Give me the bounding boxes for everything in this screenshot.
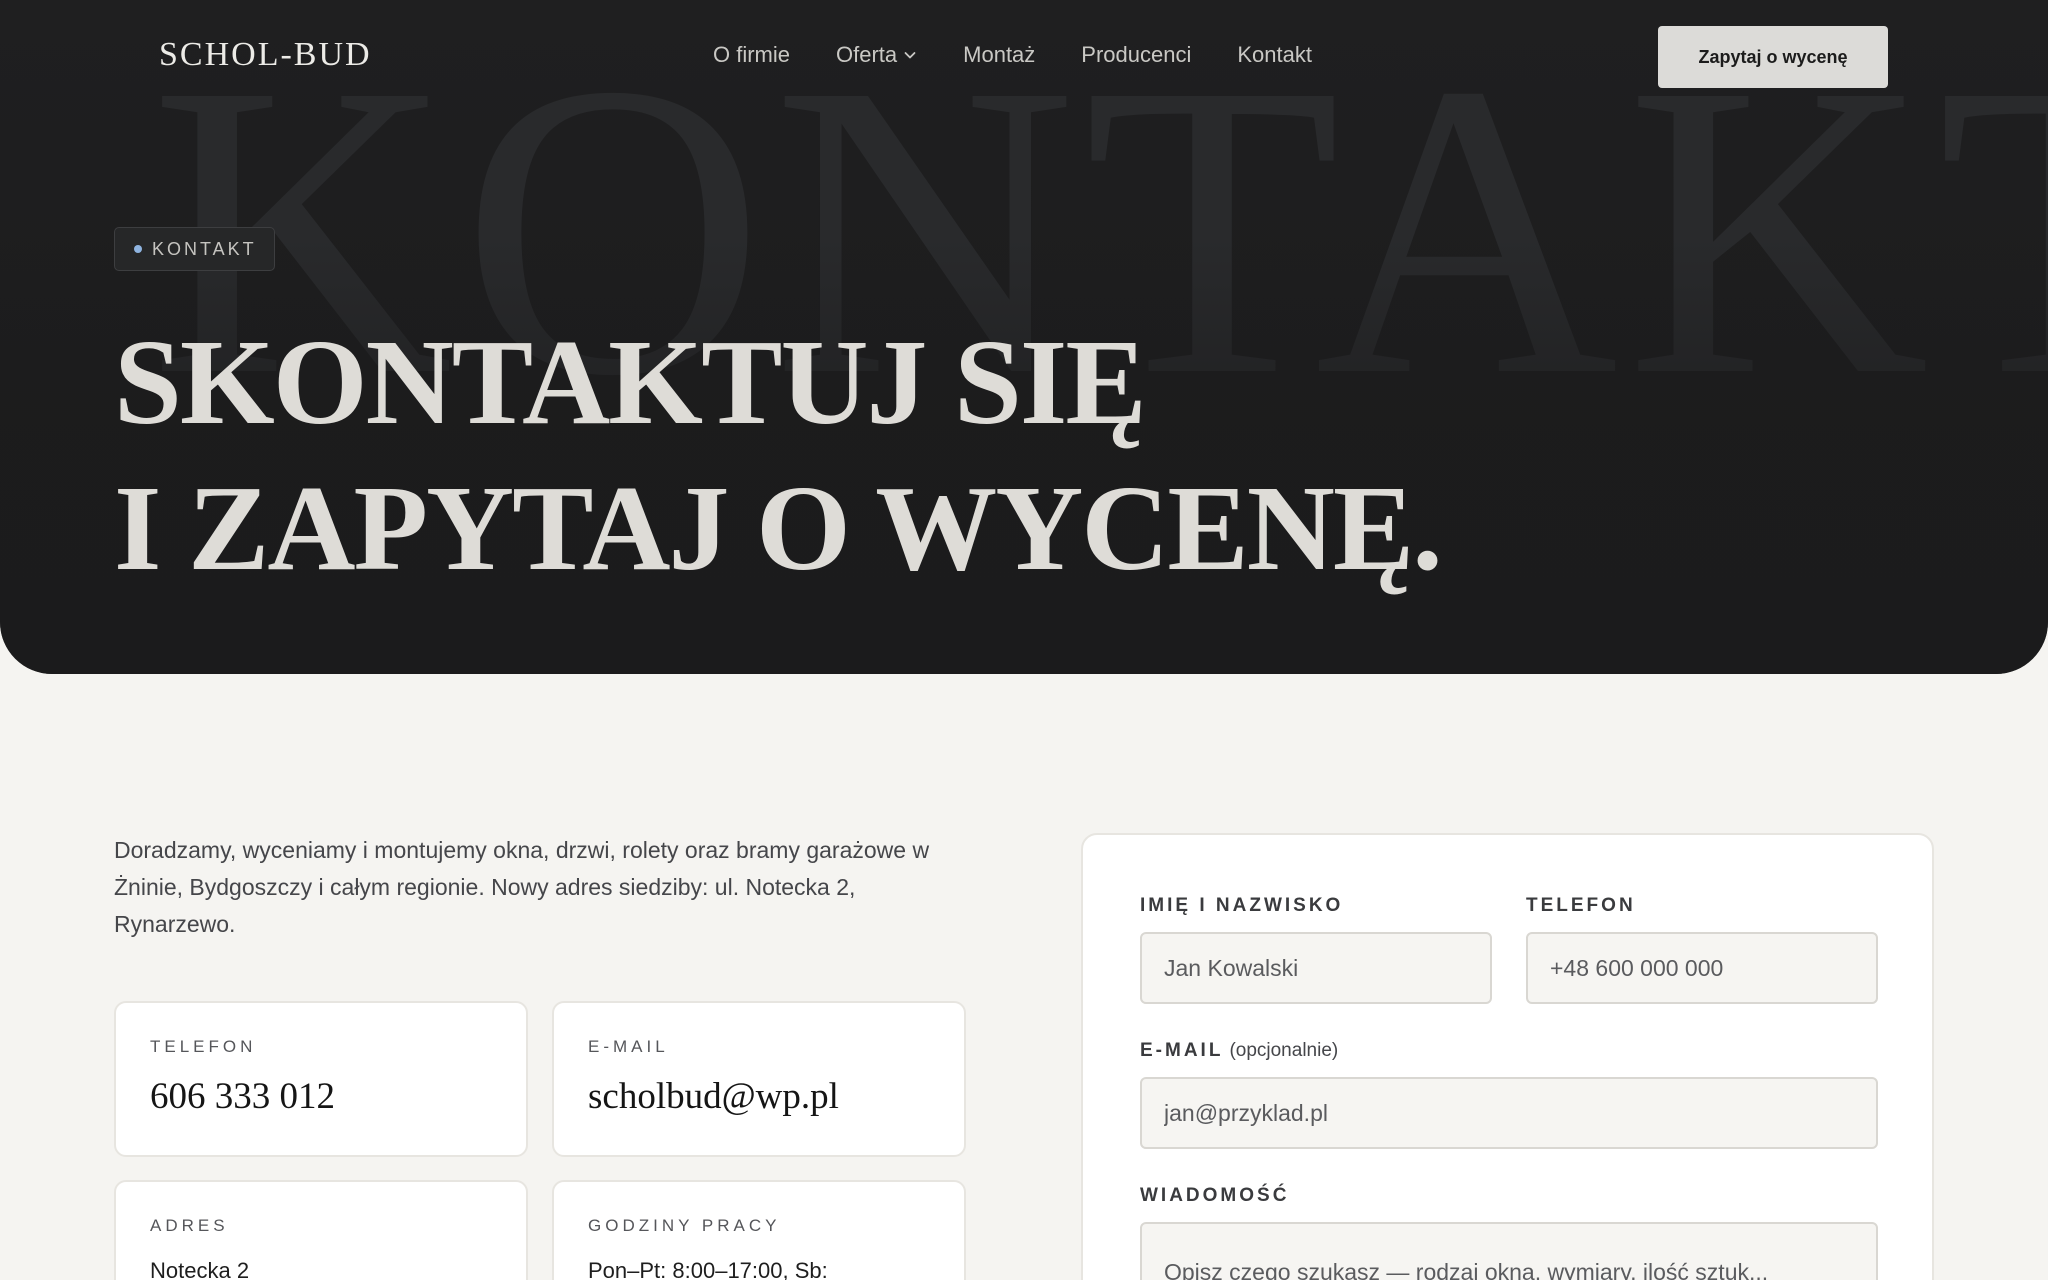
phone-card[interactable]: TELEFON 606 333 012 <box>114 1001 528 1157</box>
nav-item-oferta[interactable]: Oferta <box>836 42 917 68</box>
quote-request-button[interactable]: Zapytaj o wycenę <box>1658 26 1888 88</box>
nav-item-label: O firmie <box>713 42 790 67</box>
email-card-value[interactable]: scholbud@wp.pl <box>588 1075 930 1118</box>
badge-dot-icon <box>134 245 142 253</box>
chevron-down-icon <box>904 52 916 59</box>
email-field-label-row: E-MAIL (opcjonalnie) <box>1140 1040 1338 1062</box>
email-field-label: E-MAIL <box>1140 1040 1224 1061</box>
hours-card: GODZINY PRACY Pon–Pt: 8:00–17:00, Sb: <box>552 1180 966 1280</box>
nav-item-kontakt[interactable]: Kontakt <box>1237 42 1312 68</box>
contact-form: IMIĘ I NAZWISKO TELEFON E-MAIL(opcjonaln… <box>1081 833 1934 1280</box>
address-card-value: Notecka 2 <box>150 1258 250 1280</box>
nav-item-producenci[interactable]: Producenci <box>1081 42 1191 68</box>
email-card[interactable]: E-MAIL scholbud@wp.pl <box>552 1001 966 1157</box>
email-card-label: E-MAIL <box>588 1037 669 1056</box>
page-title-line-1: Skontaktuj się <box>114 315 1147 450</box>
phone-field-label: TELEFON <box>1526 895 1636 916</box>
hero-section: KONTAKT SCHOL-BUD O firmie Oferta Montaż… <box>0 0 2048 674</box>
phone-card-label: TELEFON <box>150 1037 257 1056</box>
main-nav: O firmie Oferta Montaż Producenci Kontak… <box>713 42 1312 68</box>
section-badge: KONTAKT <box>114 227 275 271</box>
hours-card-label: GODZINY PRACY <box>588 1216 781 1235</box>
site-logo[interactable]: SCHOL-BUD <box>159 36 372 74</box>
email-input[interactable] <box>1140 1077 1878 1149</box>
nav-item-label: Producenci <box>1081 42 1192 67</box>
intro-text: Doradzamy, wyceniamy i montujemy okna, d… <box>114 837 930 937</box>
phone-input[interactable] <box>1526 932 1878 1004</box>
message-textarea[interactable] <box>1140 1222 1878 1280</box>
badge-label: KONTAKT <box>152 238 257 259</box>
page-title: Skontaktuj się i zapytaj o wycenę. <box>114 310 1443 602</box>
top-navbar: SCHOL-BUD O firmie Oferta Montaż Produce… <box>0 0 2048 112</box>
nav-item-label: Kontakt <box>1237 42 1312 67</box>
nav-item-label: Oferta <box>836 42 898 67</box>
nav-item-label: Montaż <box>963 42 1036 67</box>
address-card-label: ADRES <box>150 1216 229 1235</box>
name-input[interactable] <box>1140 932 1492 1004</box>
message-field-label: WIADOMOŚĆ <box>1140 1185 1290 1206</box>
nav-item-o-firmie[interactable]: O firmie <box>713 42 790 68</box>
name-field-label: IMIĘ I NAZWISKO <box>1140 895 1344 916</box>
page-title-line-2: i zapytaj o wycenę. <box>114 461 1443 596</box>
phone-card-value[interactable]: 606 333 012 <box>150 1075 492 1118</box>
address-card: ADRES Notecka 2 <box>114 1180 528 1280</box>
hours-card-value: Pon–Pt: 8:00–17:00, Sb: <box>588 1258 828 1280</box>
email-optional-hint: (opcjonalnie) <box>1229 1040 1339 1061</box>
nav-item-montaz[interactable]: Montaż <box>963 42 1035 68</box>
